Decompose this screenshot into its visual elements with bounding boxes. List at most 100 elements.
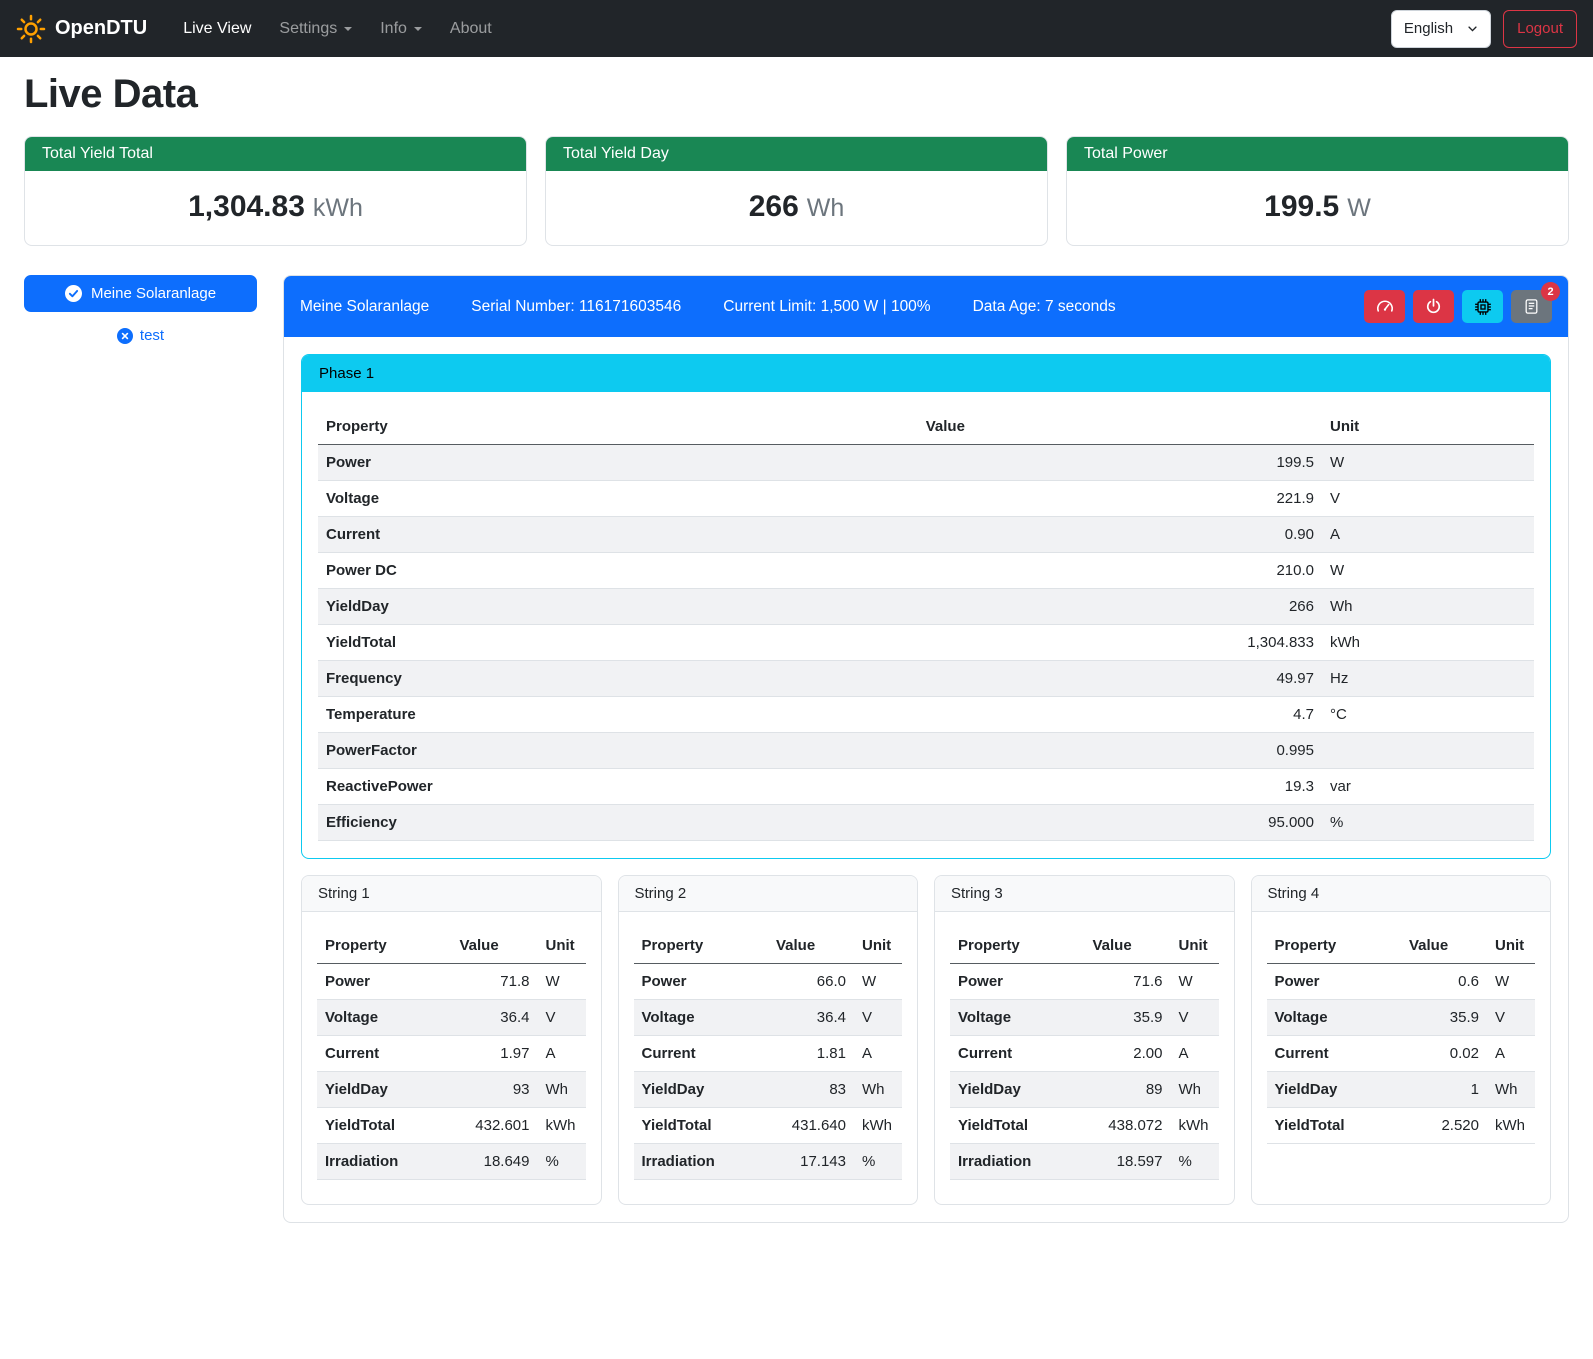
value-cell: 83 [768,1072,854,1108]
property-cell: YieldDay [950,1072,1085,1108]
table-row: Power71.6W [950,964,1219,1000]
language-select[interactable]: English [1391,10,1491,48]
value-cell: 71.8 [452,964,538,1000]
property-cell: Temperature [318,697,918,733]
nav-item-live-view[interactable]: Live View [169,12,265,46]
device-info-button[interactable] [1462,290,1503,323]
unit-cell: % [1171,1144,1219,1180]
phase-title: Phase 1 [302,355,1550,392]
value-cell: 1 [1401,1072,1487,1108]
event-log-button[interactable]: 2 [1511,290,1552,323]
limit-settings-button[interactable] [1364,290,1405,323]
nav-item-settings[interactable]: Settings [265,12,366,46]
value-cell: 36.4 [452,1000,538,1036]
property-cell: Current [1267,1036,1402,1072]
value-cell: 0.6 [1401,964,1487,1000]
value-cell: 0.995 [918,733,1322,769]
value-cell: 2.00 [1085,1036,1171,1072]
unit-cell: W [1322,445,1534,481]
property-cell: Irradiation [634,1144,769,1180]
property-cell: YieldTotal [634,1108,769,1144]
table-row: YieldDay266Wh [318,589,1534,625]
strings-grid: String 1 Property Value Unit [301,875,1551,1205]
property-cell: YieldTotal [950,1108,1085,1144]
language-value: English [1404,20,1453,37]
table-row: Power DC210.0W [318,553,1534,589]
panel-actions: 2 [1364,290,1552,323]
value-cell: 19.3 [918,769,1322,805]
string-card-4: String 4 Property Value Unit [1251,875,1552,1205]
property-cell: ReactivePower [318,769,918,805]
journal-icon [1523,298,1540,315]
table-row: YieldDay1Wh [1267,1072,1536,1108]
table-header-row: Property Value Unit [318,409,1534,445]
unit-cell: °C [1322,697,1534,733]
x-circle-icon [117,328,133,344]
value-cell: 93 [452,1072,538,1108]
string-title: String 3 [935,876,1234,912]
property-cell: YieldDay [318,589,918,625]
nav-item-about[interactable]: About [436,12,506,46]
column-header-unit: Unit [1487,928,1535,964]
lower-section: Meine Solaranlage test Meine Solaranlage… [24,275,1569,1223]
brand-link[interactable]: OpenDTU [16,14,147,44]
unit-cell: W [1487,964,1535,1000]
table-row: Efficiency95.000% [318,805,1534,841]
navbar-right: English Logout [1391,10,1577,48]
value-cell: 432.601 [452,1108,538,1144]
inverter-panel: Meine Solaranlage Serial Number: 1161716… [283,275,1569,1223]
summary-card-body: 266Wh [546,171,1047,245]
unit-cell: var [1322,769,1534,805]
table-row: YieldTotal2.520kWh [1267,1108,1536,1144]
inverter-select-button[interactable]: Meine Solaranlage [24,275,257,312]
inverter-name: Meine Solaranlage [300,298,429,316]
property-cell: Power [1267,964,1402,1000]
unit-cell: A [1322,517,1534,553]
unit-cell: Wh [1487,1072,1535,1108]
property-cell: Voltage [318,481,918,517]
table-row: YieldTotal1,304.833kWh [318,625,1534,661]
unit-cell: W [1322,553,1534,589]
unit-cell: W [1171,964,1219,1000]
unit-cell: kWh [1322,625,1534,661]
column-header-unit: Unit [538,928,586,964]
summary-card-title: Total Power [1067,137,1568,171]
property-cell: Power [317,964,452,1000]
power-button[interactable] [1413,290,1454,323]
value-cell: 438.072 [1085,1108,1171,1144]
nav-item-info-label: Info [380,20,407,38]
summary-card-yield-day: Total Yield Day 266Wh [545,136,1048,246]
nav-item-info[interactable]: Info [366,12,436,46]
string-card-2: String 2 Property Value Unit [618,875,919,1205]
power-icon [1425,298,1442,315]
table-row: Voltage221.9V [318,481,1534,517]
unit-cell: V [1487,1000,1535,1036]
string-card-body: Property Value Unit Power71.6WVoltage35.… [935,912,1234,1204]
value-cell: 71.6 [1085,964,1171,1000]
value-cell: 2.520 [1401,1108,1487,1144]
table-row: Power71.8W [317,964,586,1000]
value-cell: 431.640 [768,1108,854,1144]
table-row: Power0.6W [1267,964,1536,1000]
string-card-body: Property Value Unit Power66.0WVoltage36.… [619,912,918,1204]
value-cell: 266 [918,589,1322,625]
table-row: Voltage36.4V [634,1000,903,1036]
main-content: Live Data Total Yield Total 1,304.83kWh … [0,72,1593,1247]
value-cell: 0.02 [1401,1036,1487,1072]
property-cell: Power [950,964,1085,1000]
string-title: String 1 [302,876,601,912]
table-row: Temperature4.7°C [318,697,1534,733]
string-table: Property Value Unit Power71.6WVoltage35.… [950,928,1219,1180]
column-header-value: Value [1401,928,1487,964]
value-cell: 17.143 [768,1144,854,1180]
property-cell: YieldTotal [1267,1108,1402,1144]
value-cell: 199.5 [918,445,1322,481]
table-row: Current1.81A [634,1036,903,1072]
inverter-sidebar: Meine Solaranlage test [24,275,257,344]
value-cell: 1.81 [768,1036,854,1072]
table-row: Irradiation17.143% [634,1144,903,1180]
logout-button[interactable]: Logout [1503,10,1577,48]
test-link[interactable]: test [24,327,257,344]
table-row: YieldTotal438.072kWh [950,1108,1219,1144]
unit-cell: W [538,964,586,1000]
